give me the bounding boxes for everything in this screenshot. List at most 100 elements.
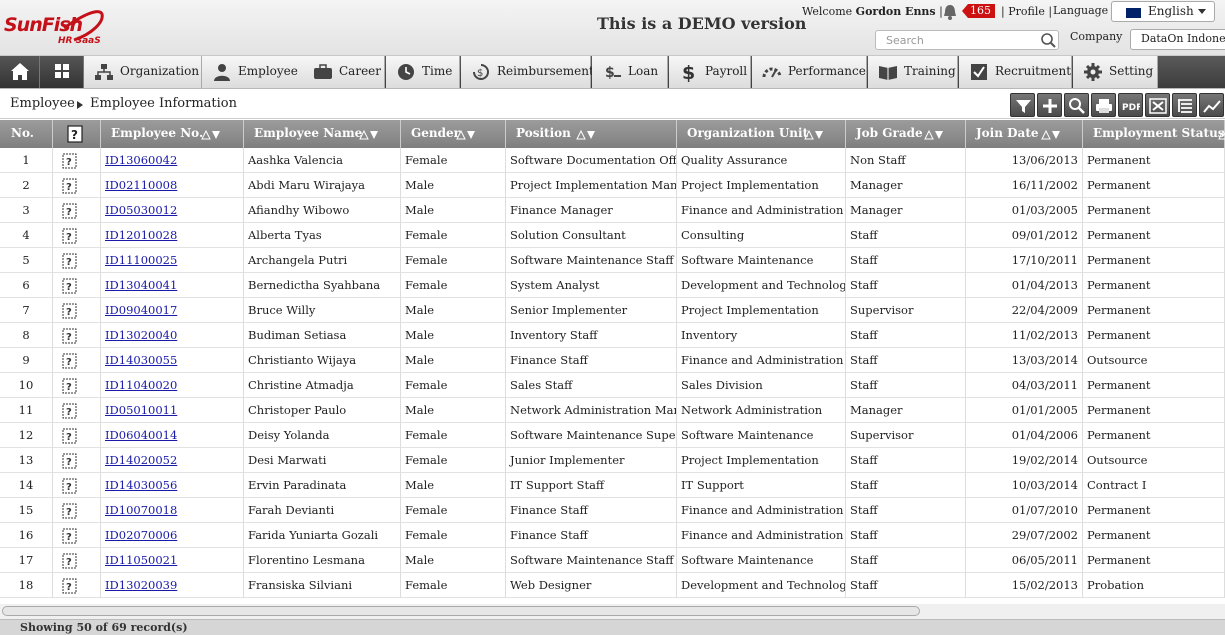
note-icon[interactable]: ? (62, 378, 77, 394)
note-icon[interactable]: ? (62, 153, 77, 169)
add-button[interactable] (1037, 93, 1062, 117)
table-row[interactable]: 15? ID10070018 Farah Devianti Female Finance… (0, 498, 1225, 523)
table-row[interactable]: 16? ID02070006 Farida Yuniarta Gozali Femal… (0, 523, 1225, 548)
apps-button[interactable] (40, 56, 84, 88)
employee-no-link[interactable]: ID12010028 (101, 228, 177, 242)
note-icon[interactable]: ? (62, 353, 77, 369)
employee-no-link[interactable]: ID11040020 (101, 378, 177, 392)
note-icon[interactable]: ? (62, 203, 77, 219)
table-row[interactable]: 11? ID05010011 Christoper Paulo Male Network… (0, 398, 1225, 423)
bell-icon[interactable] (941, 3, 959, 21)
table-row[interactable]: 10? ID11040020 Christine Atmadja Female Sale… (0, 373, 1225, 398)
column-header[interactable]: Employee Name (244, 120, 401, 148)
table-row[interactable]: 12? ID06040014 Deisy Yolanda Female Software… (0, 423, 1225, 448)
note-icon[interactable]: ? (62, 453, 77, 469)
employee-no-link[interactable]: ID06040014 (101, 428, 177, 442)
employee-no-link[interactable]: ID13020039 (101, 578, 177, 592)
notification-badge[interactable]: 165 (962, 4, 995, 18)
sunfish-logo[interactable]: SunFish HR SaaS (4, 4, 114, 50)
column-header[interactable]: Job Grade (846, 120, 966, 148)
pdf-button[interactable]: PDF (1118, 93, 1143, 117)
column-header[interactable]: Gender (401, 120, 506, 148)
note-icon[interactable]: ? (62, 578, 77, 594)
table-row[interactable]: 9? ID14030055 Christianto Wijaya Male Financ… (0, 348, 1225, 373)
note-icon[interactable]: ? (62, 503, 77, 519)
employee-no-link[interactable]: ID14020052 (101, 453, 177, 467)
note-icon[interactable]: ? (62, 478, 77, 494)
print-button[interactable] (1091, 93, 1116, 117)
sort-icon[interactable] (1218, 130, 1225, 140)
note-icon[interactable]: ? (62, 328, 77, 344)
profile-label[interactable]: Profile (1008, 5, 1045, 18)
column-header[interactable]: Employee No. (101, 120, 244, 148)
column-header[interactable]: No. (0, 120, 53, 148)
language-select[interactable]: English (1111, 1, 1215, 22)
nav-item-setting[interactable]: Setting (1073, 56, 1158, 88)
table-row[interactable]: 7? ID09040017 Bruce Willy Male Senior Implem… (0, 298, 1225, 323)
column-header[interactable]: Join Date (966, 120, 1083, 148)
employee-no-link[interactable]: ID09040017 (101, 303, 177, 317)
note-icon[interactable]: ? (62, 428, 77, 444)
nav-item-career[interactable]: Career (303, 56, 385, 88)
employee-no-link[interactable]: ID11050021 (101, 553, 177, 567)
company-select[interactable]: DataOn Indonesia (1130, 29, 1225, 50)
note-icon[interactable]: ? (62, 228, 77, 244)
column-header[interactable]: Organization Unit (677, 120, 846, 148)
employee-no-link[interactable]: ID05030012 (101, 203, 177, 217)
nav-item-organization[interactable]: Organization (84, 56, 202, 88)
note-icon[interactable]: ? (62, 528, 77, 544)
home-button[interactable] (0, 56, 40, 88)
nav-item-recruitment[interactable]: Recruitment (959, 56, 1072, 88)
sort-icon[interactable] (924, 130, 944, 140)
sort-icon[interactable] (456, 130, 476, 140)
excel-button[interactable] (1145, 93, 1170, 117)
nav-item-employee[interactable]: Employee (202, 56, 304, 88)
nav-item-training[interactable]: Training (868, 56, 958, 88)
table-row[interactable]: 6? ID13040041 Bernedictha Syahbana Female Sy… (0, 273, 1225, 298)
column-header[interactable]: Employment Status (1083, 120, 1225, 148)
table-row[interactable]: 17? ID11050021 Florentino Lesmana Male Softw… (0, 548, 1225, 573)
note-icon[interactable]: ? (62, 553, 77, 569)
table-row[interactable]: 8? ID13020040 Budiman Setiasa Male Inventory… (0, 323, 1225, 348)
table-row[interactable]: 13? ID14020052 Desi Marwati Female Junior Im… (0, 448, 1225, 473)
employee-no-link[interactable]: ID14030056 (101, 478, 177, 492)
table-row[interactable]: 5? ID11100025 Archangela Putri Female Softwa… (0, 248, 1225, 273)
breadcrumb-employee[interactable]: Employee (10, 96, 75, 111)
column-header[interactable]: Position (506, 120, 677, 148)
scrollbar-thumb[interactable] (2, 606, 920, 616)
search-icon[interactable] (1040, 32, 1056, 48)
table-row[interactable]: 1? ID13060042 Aashka Valencia Female Softwar… (0, 148, 1225, 173)
search-button[interactable] (1064, 93, 1089, 117)
sort-icon[interactable] (804, 130, 824, 140)
note-icon[interactable]: ? (62, 278, 77, 294)
note-icon[interactable]: ? (62, 253, 77, 269)
filter-button[interactable] (1010, 93, 1035, 117)
chart-button[interactable] (1199, 93, 1224, 117)
employee-no-link[interactable]: ID02110008 (101, 178, 177, 192)
sort-icon[interactable] (1041, 130, 1061, 140)
profile-link[interactable]: | Profile | (1001, 5, 1052, 18)
columns-button[interactable] (1172, 93, 1197, 117)
nav-item-loan[interactable]: $ Loan (592, 56, 668, 88)
sort-icon[interactable] (201, 130, 221, 140)
employee-no-link[interactable]: ID02070006 (101, 528, 177, 542)
nav-item-time[interactable]: Time (386, 56, 460, 88)
employee-no-link[interactable]: ID13020040 (101, 328, 177, 342)
employee-no-link[interactable]: ID11100025 (101, 253, 177, 267)
employee-no-link[interactable]: ID13060042 (101, 153, 177, 167)
column-header[interactable]: ? (53, 120, 101, 148)
nav-item-reimbursement[interactable]: $ Reimbursement (461, 56, 594, 88)
table-row[interactable]: 2? ID02110008 Abdi Maru Wirajaya Male Projec… (0, 173, 1225, 198)
search-input[interactable]: Search (875, 30, 1059, 50)
table-row[interactable]: 4? ID12010028 Alberta Tyas Female Solution C… (0, 223, 1225, 248)
sort-icon[interactable] (359, 130, 379, 140)
employee-no-link[interactable]: ID05010011 (101, 403, 177, 417)
table-row[interactable]: 3? ID05030012 Afiandhy Wibowo Male Finance M… (0, 198, 1225, 223)
employee-no-link[interactable]: ID14030055 (101, 353, 177, 367)
table-row[interactable]: 18? ID13020039 Fransiska Silviani Female Web… (0, 573, 1225, 598)
sort-icon[interactable] (576, 130, 596, 140)
note-icon[interactable]: ? (62, 178, 77, 194)
note-icon[interactable]: ? (62, 403, 77, 419)
nav-item-performance[interactable]: Performance (752, 56, 867, 88)
table-row[interactable]: 14? ID14030056 Ervin Paradinata Male IT Supp… (0, 473, 1225, 498)
